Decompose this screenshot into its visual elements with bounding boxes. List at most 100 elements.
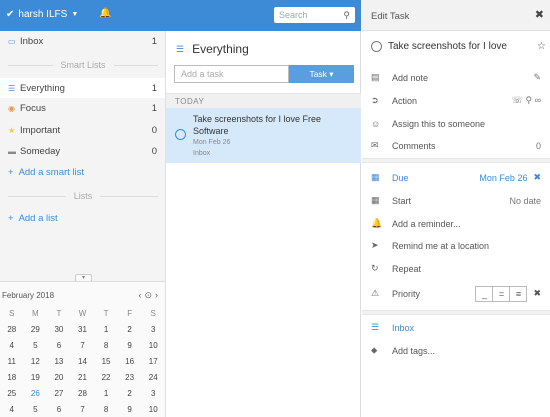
calendar-day-of-week: S (9, 309, 15, 318)
calendar-day[interactable]: 20 (47, 370, 71, 386)
calendar-day-of-week: T (56, 309, 62, 318)
search-icon: ⚲ (343, 9, 350, 20)
calendar-day[interactable]: 7 (71, 402, 95, 417)
calendar-day[interactable]: 5 (24, 402, 48, 417)
calendar-day[interactable]: 24 (141, 370, 165, 386)
add-task-input[interactable]: Add a task (174, 65, 289, 83)
calendar-day[interactable]: 18 (0, 370, 24, 386)
clear-priority-icon[interactable]: ✖ (533, 288, 541, 299)
calendar-day[interactable]: 23 (118, 370, 142, 386)
calendar-day[interactable]: 2 (118, 386, 142, 402)
close-icon[interactable]: ✖ (535, 8, 544, 21)
calendar-day[interactable]: 5 (24, 338, 48, 354)
calendar-day[interactable]: 14 (71, 354, 95, 370)
calendar-day[interactable]: 7 (71, 338, 95, 354)
calendar-day[interactable]: 1 (94, 322, 118, 338)
calendar-day-of-week: M (32, 309, 39, 318)
task-item[interactable]: Take screenshots for I love Free Softwar… (166, 108, 361, 163)
clear-due-icon[interactable]: ✖ (533, 172, 541, 183)
user-name: harsh ILFS (18, 9, 68, 20)
calendar-day[interactable]: 1 (94, 386, 118, 402)
priority-medium-button[interactable]: = (492, 285, 511, 302)
due-row[interactable]: ▦ Due Mon Feb 26 ✖ (362, 166, 550, 189)
sidebar-item-count: 0 (151, 145, 157, 157)
calendar-day[interactable]: 26 (24, 386, 48, 402)
sidebar-item-label: Focus (20, 102, 46, 114)
everything-icon: ☰ (8, 83, 16, 93)
edit-icon[interactable]: ✎ (533, 72, 541, 83)
calendar-day[interactable]: 4 (0, 402, 24, 417)
calendar-day[interactable]: 2 (118, 322, 142, 338)
user-menu[interactable]: ✔ harsh ILFS ▼ (6, 9, 78, 20)
detail-title: Edit Task (371, 11, 410, 22)
calendar-day[interactable]: 16 (118, 354, 142, 370)
sidebar-item-label: Inbox (20, 35, 44, 47)
add-smart-list-link[interactable]: + Add a smart list (8, 167, 84, 178)
start-value: No date (509, 195, 541, 206)
start-row[interactable]: ▦ Start No date (362, 189, 550, 212)
calendar-day[interactable]: 22 (94, 370, 118, 386)
reminder-row[interactable]: 🔔 Add a reminder... (362, 212, 550, 235)
sidebar-item-someday[interactable]: ▬ Someday 0 (0, 141, 165, 161)
calendar-day[interactable]: 31 (71, 322, 95, 338)
bell-icon[interactable]: 🔔 (99, 8, 111, 19)
calendar-day[interactable]: 3 (141, 386, 165, 402)
sidebar-item-important[interactable]: ★ Important 0 (0, 120, 165, 140)
location-row[interactable]: ➤ Remind me at a location (362, 234, 550, 257)
calendar-day[interactable]: 28 (0, 322, 24, 338)
calendar-day[interactable]: 3 (141, 322, 165, 338)
today-circle-icon[interactable]: ⊙ (144, 290, 155, 300)
calendar-day[interactable]: 12 (24, 354, 48, 370)
task-type-button[interactable]: Task ▾ (289, 65, 354, 83)
comments-row[interactable]: ✉ Comments 0 (362, 134, 550, 157)
detail-task-title[interactable]: Take screenshots for I love ☆ (371, 41, 546, 52)
add-task-bar: Add a task Task ▾ (174, 65, 354, 83)
search-placeholder: Search (279, 10, 308, 20)
priority-low-button[interactable]: _ (475, 285, 494, 302)
comments-count: 0 (535, 140, 541, 151)
priority-high-button[interactable]: ≡ (509, 285, 528, 302)
calendar-day[interactable]: 13 (47, 354, 71, 370)
calendar-day[interactable]: 10 (141, 338, 165, 354)
add-note-row[interactable]: ▤ Add note ✎ (362, 66, 550, 89)
calendar-day[interactable]: 10 (141, 402, 165, 417)
add-list-link[interactable]: + Add a list (8, 213, 58, 224)
calendar-day[interactable]: 6 (47, 338, 71, 354)
calendar-day[interactable]: 28 (71, 386, 95, 402)
task-checkbox[interactable] (371, 41, 382, 52)
sidebar-item-inbox[interactable]: ▭ Inbox 1 (0, 31, 165, 51)
calendar-day[interactable]: 15 (94, 354, 118, 370)
action-icon: ➲ (371, 95, 379, 105)
sidebar-item-label: Important (20, 124, 61, 136)
calendar-day[interactable]: 4 (0, 338, 24, 354)
chevron-right-icon[interactable]: › (155, 290, 161, 300)
tags-row[interactable]: ⬥ Add tags... (362, 339, 550, 362)
calendar-day[interactable]: 8 (94, 338, 118, 354)
calendar-day[interactable]: 9 (118, 338, 142, 354)
calendar-day[interactable]: 11 (0, 354, 24, 370)
sidebar-item-focus[interactable]: ◉ Focus 1 (0, 98, 165, 118)
calendar-day[interactable]: 21 (71, 370, 95, 386)
calendar-day[interactable]: 27 (47, 386, 71, 402)
search-input[interactable]: Search ⚲ (274, 7, 355, 23)
repeat-row[interactable]: ↻ Repeat (362, 257, 550, 280)
action-row[interactable]: ➲ Action ☏ ⚲ ∞ (362, 89, 550, 112)
calendar-day[interactable]: 19 (24, 370, 48, 386)
sidebar-item-everything[interactable]: ☰ Everything 1 (0, 78, 165, 98)
list-icon: ☰ (371, 322, 380, 332)
calendar-day[interactable]: 9 (118, 402, 142, 417)
calendar-day[interactable]: 17 (141, 354, 165, 370)
calendar-day[interactable]: 29 (24, 322, 48, 338)
calendar-day[interactable]: 6 (47, 402, 71, 417)
sidebar: ▭ Inbox 1 Smart Lists ☰ Everything 1 ◉ F… (0, 0, 166, 417)
task-checkbox[interactable] (175, 129, 186, 140)
star-icon[interactable]: ☆ (537, 41, 546, 52)
calendar-day[interactable]: 30 (47, 322, 71, 338)
task-detail-pane: Edit Task ✖ Take screenshots for I love … (362, 0, 550, 417)
priority-selector: _ = ≡ (475, 285, 528, 302)
list-row[interactable]: ☰ Inbox (362, 316, 550, 339)
assign-row[interactable]: ☺ Assign this to someone (362, 112, 550, 135)
calendar-day[interactable]: 25 (0, 386, 24, 402)
list-title: ☰ Everything (176, 42, 249, 56)
calendar-day[interactable]: 8 (94, 402, 118, 417)
